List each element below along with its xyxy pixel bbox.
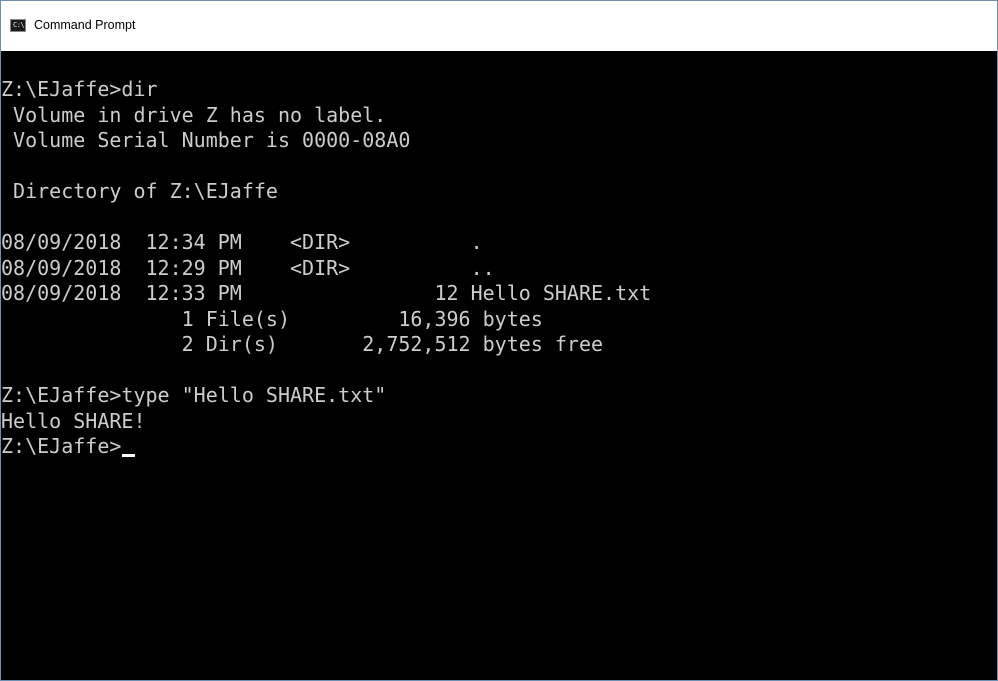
cmd-app-icon[interactable]: C:\ [10, 18, 26, 32]
console-line: 1 File(s) 16,396 bytes [1, 306, 543, 331]
command-prompt: Z:\EJaffe> [1, 434, 122, 458]
console-output[interactable]: Z:\EJaffe>dir Volume in drive Z has no l… [1, 77, 997, 680]
console-line: Directory of Z:\EJaffe [1, 179, 278, 203]
console-line: Volume Serial Number is 0000-08A0 [1, 128, 411, 152]
command-prompt-window: C:\ Command Prompt Z:\EJaffe>dir Volume … [0, 0, 998, 681]
console-line: 08/09/2018 12:29 PM <DIR> .. [1, 255, 495, 280]
window-title: Command Prompt [34, 18, 136, 32]
title-bar[interactable]: C:\ Command Prompt [1, 1, 997, 51]
console-line: Hello SHARE! [1, 408, 146, 433]
console-line: 08/09/2018 12:34 PM <DIR> . [1, 230, 483, 254]
console-line: Volume in drive Z has no label. [1, 102, 387, 127]
text-cursor [122, 454, 136, 457]
console-line: 08/09/2018 12:33 PM 12 Hello SHARE.txt [1, 281, 652, 305]
console-line: Z:\EJaffe>dir [1, 77, 158, 101]
cmd-app-icon-text: C:\ [13, 20, 25, 29]
prompt-line[interactable]: Z:\EJaffe> [1, 434, 997, 460]
console-line: 2 Dir(s) 2,752,512 bytes free [1, 332, 604, 356]
console-line: Z:\EJaffe>type "Hello SHARE.txt" [1, 383, 387, 407]
